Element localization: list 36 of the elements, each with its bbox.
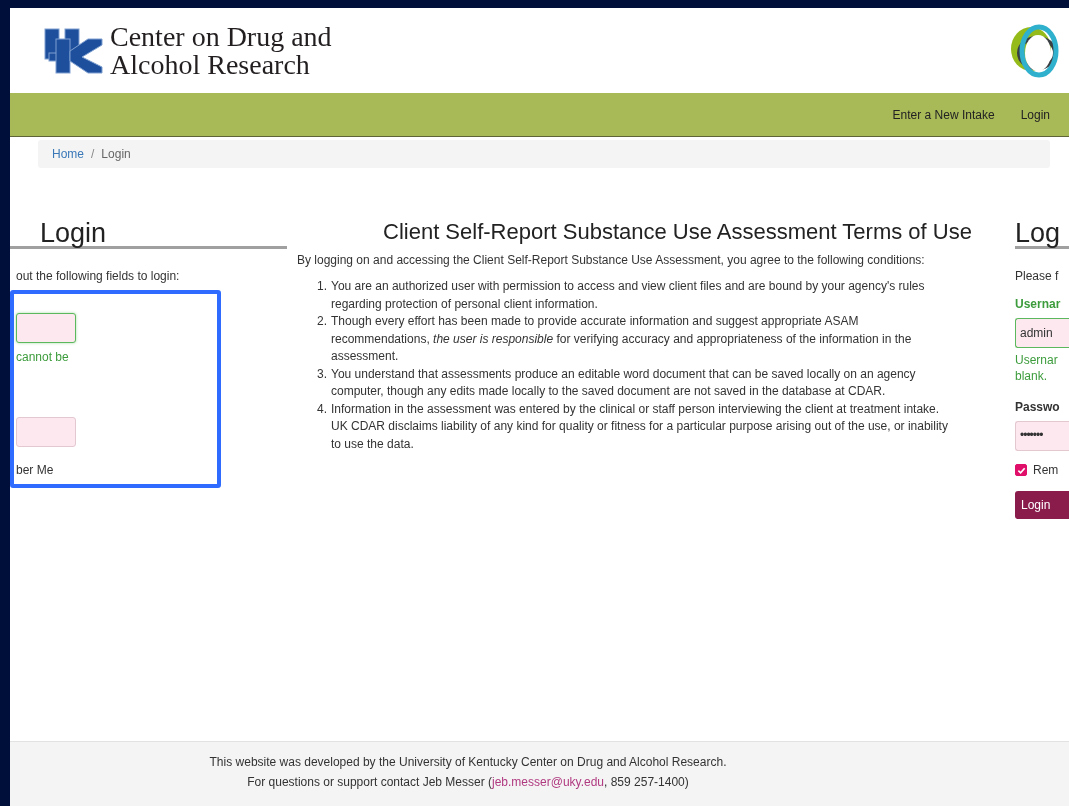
validation-message: blank. [1015,368,1049,384]
terms-item: Information in the assessment was entered by the clinical or staff person interviewing the client at treatment intake. UK CDAR disclaims liability of any kind for quality or fitness for a particular purpose arising out of the use, or inability to use the data. [331,400,949,453]
remember-checkbox[interactable] [1015,464,1027,476]
login-button[interactable]: Login [1015,491,1069,519]
password-field[interactable]: ••••••• [1015,421,1069,451]
list-number: 2. [317,313,327,330]
instruction-text: out the following fields to login: [16,269,181,283]
username-field[interactable] [16,313,76,343]
username-field[interactable]: admin [1015,318,1069,348]
nav-link[interactable]: Enter a New Intake [892,107,995,122]
instruction-text: Please f [1015,269,1060,283]
page-heading: Login [10,220,287,249]
breadcrumb-current: Login [101,147,131,161]
list-number: 1. [317,278,327,295]
terms-item: You are an authorized user with permission to access and view client files and are bound by your agency's rules regarding protection of personal client information. [331,278,926,313]
breadcrumb-link[interactable]: Home [52,147,84,161]
page-heading: Log [1015,220,1069,249]
validation-message: cannot be [16,349,70,365]
terms-item: You understand that assessments produce an editable word document that can be saved locally on an agency computer, though any edits made locally to the saved document are not saved in the database at CDAR. [331,365,917,400]
field-label: Passwo [1015,400,1061,414]
validation-message: Usernar [1015,352,1059,368]
logo-icon [44,26,104,75]
email-link[interactable]: jeb.messer@uky.edu [492,775,605,789]
footer-text: This website was developed by the University of Kentucky Center on Drug and Alcohol Research. [208,754,728,771]
remember-label: Rem [1033,463,1059,477]
list-number: 3. [317,365,327,383]
list-number: 4. [317,400,327,418]
nav-link[interactable]: Login [1020,107,1050,122]
password-field[interactable] [16,417,76,447]
remember-label: ber Me [16,463,55,477]
site-title: Center on Drug and [110,22,332,51]
terms-item: Though every effort has been made to provide accurate information and suggest appropriate ASAM recommendations, the user is responsible for verifying accuracy and appropriateness of the information in the assessment. [331,313,913,365]
terms-intro: By logging on and accessing the Client Self-Report Substance Use Assessment, you agree to the following conditions: [297,253,926,267]
contact-text: For questions or support contact Jeb Messer (jeb.messer@uky.edu, 859 257-1400) [246,774,690,791]
field-label: Usernar [1015,297,1062,311]
breadcrumb-separator: / [91,147,95,161]
